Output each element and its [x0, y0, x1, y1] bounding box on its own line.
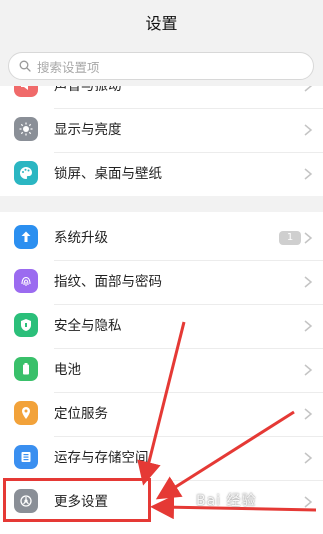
settings-group-display: 声音与振动 显示与亮度 锁屏、桌面与壁纸: [0, 86, 323, 196]
chevron-right-icon: [304, 452, 313, 464]
chevron-right-icon: [304, 86, 313, 92]
fingerprint-icon: [14, 269, 38, 293]
location-icon: [14, 401, 38, 425]
settings-item-wallpaper[interactable]: 锁屏、桌面与壁纸: [0, 152, 323, 196]
settings-item-label: 声音与振动: [54, 86, 122, 94]
chevron-right-icon: [304, 364, 313, 376]
settings-item-location[interactable]: 定位服务: [0, 392, 323, 436]
header: 设置: [0, 0, 323, 48]
settings-item-label: 运存与存储空间: [54, 450, 149, 466]
chevron-right-icon: [304, 320, 313, 332]
palette-icon: [14, 161, 38, 185]
settings-item-label: 定位服务: [54, 406, 108, 422]
settings-item-fingerprint[interactable]: 指纹、面部与密码: [0, 260, 323, 304]
settings-item-storage[interactable]: 运存与存储空间: [0, 436, 323, 480]
search-bar[interactable]: [8, 52, 314, 80]
settings-item-display[interactable]: 显示与亮度: [0, 108, 323, 152]
battery-icon: [14, 357, 38, 381]
settings-item-battery[interactable]: 电池: [0, 348, 323, 392]
search-input[interactable]: [37, 57, 297, 77]
highlight-box: [3, 478, 151, 522]
storage-icon: [14, 445, 38, 469]
chevron-right-icon: [304, 124, 313, 136]
settings-item-system-update[interactable]: 系统升级 1: [0, 216, 323, 260]
settings-item-label: 显示与亮度: [54, 122, 122, 138]
settings-item-sound[interactable]: 声音与振动: [0, 86, 323, 108]
settings-item-label: 系统升级: [54, 230, 108, 246]
settings-item-label: 安全与隐私: [54, 318, 122, 334]
chevron-right-icon: [304, 496, 313, 508]
page-title: 设置: [145, 14, 178, 33]
watermark: Bai 经验: [196, 493, 257, 509]
search-icon: [19, 60, 31, 72]
update-count-badge: 1: [279, 231, 301, 245]
settings-item-label: 电池: [54, 362, 81, 378]
chevron-right-icon: [304, 408, 313, 420]
chevron-right-icon: [304, 168, 313, 180]
sun-icon: [14, 117, 38, 141]
chevron-right-icon: [304, 276, 313, 288]
settings-item-label: 指纹、面部与密码: [54, 274, 162, 290]
sound-icon: [14, 86, 38, 97]
update-icon: [14, 225, 38, 249]
settings-item-security[interactable]: 安全与隐私: [0, 304, 323, 348]
settings-item-label: 锁屏、桌面与壁纸: [54, 166, 162, 182]
chevron-right-icon: [304, 232, 313, 244]
shield-icon: [14, 313, 38, 337]
